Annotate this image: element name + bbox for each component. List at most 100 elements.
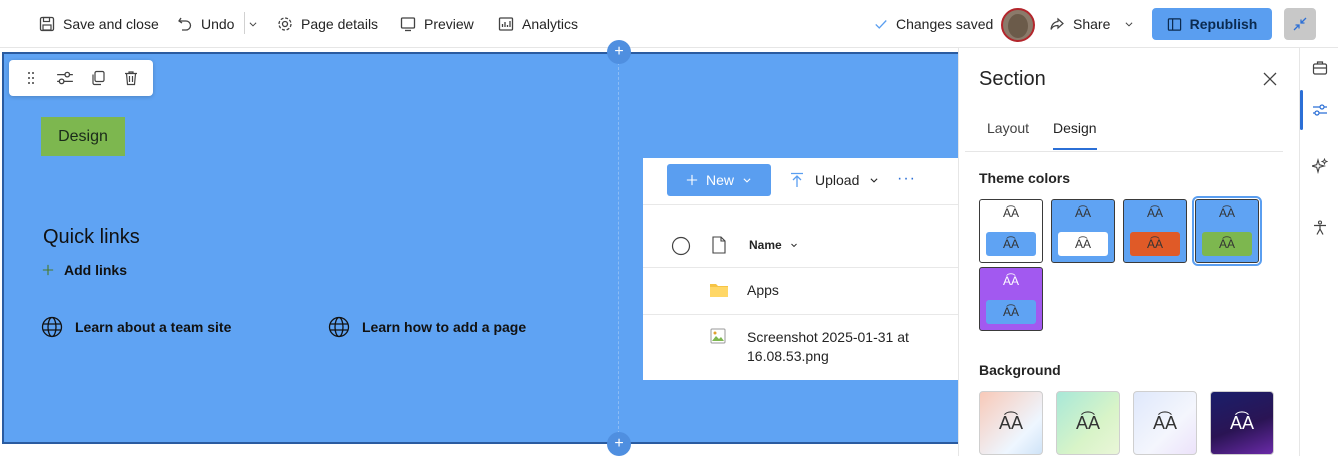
delete-icon[interactable] [123, 70, 139, 86]
close-icon[interactable] [1263, 72, 1277, 86]
analytics-icon [498, 17, 514, 31]
avatar-face [1008, 14, 1028, 38]
list-item[interactable]: Apps [747, 281, 779, 300]
name-header-label: Name [749, 238, 782, 252]
swatch-glyph: A͡A [1074, 206, 1091, 220]
new-button[interactable]: New [667, 164, 771, 196]
chevron-down-icon [870, 178, 878, 183]
swatch-glyph: A͡A [1002, 274, 1019, 288]
changes-saved-status: Changes saved [874, 10, 993, 38]
select-all-circle-icon[interactable] [671, 236, 691, 256]
design-text-block[interactable]: Design [41, 117, 125, 156]
share-label: Share [1073, 16, 1111, 32]
plus-icon: + [614, 435, 624, 452]
save-and-close-label: Save and close [63, 16, 159, 32]
undo-button[interactable]: Undo [177, 10, 234, 38]
quick-links-title: Quick links [43, 226, 140, 248]
add-links-button[interactable]: Add links [42, 262, 127, 278]
chevron-down-icon [1125, 22, 1133, 27]
undo-label: Undo [201, 16, 235, 32]
theme-swatch-blue-white[interactable]: A͡A A͡A [1051, 199, 1115, 263]
upload-button[interactable]: Upload [789, 164, 879, 196]
upload-label: Upload [815, 172, 860, 188]
image-file-icon [710, 328, 726, 344]
swatch-glyph: A͡A [998, 412, 1023, 433]
checkmark-icon [875, 20, 887, 29]
collapse-button[interactable] [1284, 8, 1316, 40]
avatar[interactable] [1001, 8, 1035, 42]
gear-icon [278, 17, 292, 31]
rail-active-indicator [1300, 90, 1303, 130]
right-rail [1299, 48, 1338, 456]
collapse-arrows-icon [1293, 17, 1307, 31]
upload-icon [791, 172, 803, 187]
panel-title: Section [979, 68, 1046, 90]
accessibility-icon[interactable] [1312, 220, 1328, 236]
swatch-accent-bar: A͡A [986, 300, 1036, 324]
sparkle-icon[interactable] [1312, 158, 1328, 174]
add-section-top-button[interactable]: + [607, 40, 631, 64]
swatch-glyph: A͡A [1146, 206, 1163, 220]
share-icon [1050, 17, 1064, 30]
chevron-down-icon [743, 178, 751, 183]
toolbox-icon[interactable] [1312, 60, 1328, 76]
command-bar: Save and close Undo Page details Preview… [0, 0, 1338, 48]
add-section-bottom-button[interactable]: + [607, 432, 631, 456]
plus-icon [42, 264, 54, 276]
preview-label: Preview [424, 16, 474, 32]
swatch-glyph: A͡A [1152, 412, 1177, 433]
swatch-glyph: A͡A [1229, 412, 1254, 433]
theme-colors-label: Theme colors [979, 170, 1071, 186]
analytics-button[interactable]: Analytics [498, 10, 578, 38]
active-tab-indicator [1053, 148, 1097, 150]
save-and-close-button[interactable]: Save and close [39, 10, 159, 38]
column-divider [618, 52, 619, 444]
quick-link-add-page[interactable]: Learn how to add a page [328, 316, 526, 338]
quick-link-label: Learn how to add a page [362, 319, 527, 335]
page-details-button[interactable]: Page details [277, 10, 378, 38]
plus-icon [686, 174, 698, 186]
drag-handle-icon[interactable] [23, 70, 39, 86]
background-option-peach[interactable]: A͡A [979, 391, 1043, 455]
undo-dropdown-button[interactable] [248, 10, 258, 38]
globe-icon [41, 316, 63, 338]
duplicate-icon[interactable] [90, 70, 106, 86]
preview-button[interactable]: Preview [400, 10, 474, 38]
quick-link-label: Learn about a team site [75, 319, 232, 335]
undo-icon [178, 17, 192, 31]
chevron-down-icon [249, 22, 257, 27]
swatch-glyph: A͡A [1218, 206, 1235, 220]
share-button[interactable]: Share [1049, 10, 1134, 38]
plus-icon: + [614, 43, 624, 60]
background-option-mint[interactable]: A͡A [1056, 391, 1120, 455]
file-type-icon [712, 236, 726, 254]
quick-link-team-site[interactable]: Learn about a team site [41, 316, 231, 338]
tab-design[interactable]: Design [1053, 120, 1097, 136]
globe-icon [328, 316, 350, 338]
new-label: New [705, 172, 734, 188]
chevron-down-icon [790, 243, 797, 248]
theme-swatch-white[interactable]: A͡A A͡A [979, 199, 1043, 263]
republish-label: Republish [1189, 16, 1258, 32]
tab-layout[interactable]: Layout [987, 120, 1029, 136]
theme-swatch-blue-green[interactable]: A͡A A͡A [1192, 196, 1262, 266]
row-divider [643, 267, 958, 268]
swatch-accent-bar: A͡A [1202, 232, 1252, 256]
properties-sliders-icon[interactable] [1312, 102, 1328, 118]
name-column-header[interactable]: Name [749, 238, 798, 252]
changes-saved-label: Changes saved [896, 16, 994, 32]
background-option-midnight[interactable]: A͡A [1210, 391, 1274, 455]
more-options-button[interactable]: ··· [897, 170, 916, 188]
theme-swatch-blue-orange[interactable]: A͡A A͡A [1123, 199, 1187, 263]
tabs-divider [965, 151, 1283, 152]
add-links-label: Add links [64, 262, 128, 278]
list-item[interactable]: Screenshot 2025-01-31 at 16.08.53.png [747, 328, 937, 366]
header-top-border [643, 204, 958, 205]
theme-swatch-purple-blue[interactable]: A͡A A͡A [979, 267, 1043, 331]
swatch-accent-bar: A͡A [1130, 232, 1180, 256]
document-library-webpart: New Upload ··· Name Apps Screenshot 2025… [643, 158, 958, 380]
republish-button[interactable]: Republish [1152, 8, 1272, 40]
background-option-lavender[interactable]: A͡A [1133, 391, 1197, 455]
analytics-label: Analytics [522, 16, 579, 32]
edit-properties-icon[interactable] [56, 69, 74, 87]
